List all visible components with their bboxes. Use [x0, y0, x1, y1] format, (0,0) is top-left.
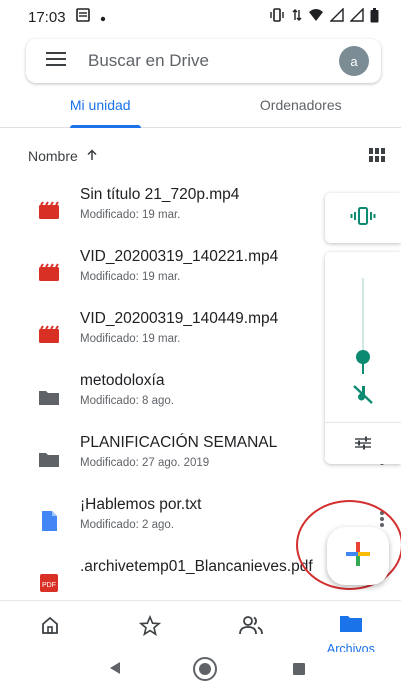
signal-icon-2 — [349, 7, 364, 26]
file-modified: Modificado: 19 mar. — [80, 333, 181, 345]
sort-label[interactable]: Nombre — [28, 148, 78, 164]
sound-settings-icon[interactable] — [354, 436, 372, 455]
star-icon — [139, 614, 162, 642]
tab-mi-unidad[interactable]: Mi unidad — [0, 88, 201, 128]
file-modified: Modificado: 2 ago. — [80, 519, 174, 531]
file-name: Sin título 21_720p.mp4 — [80, 186, 240, 203]
volume-divider — [325, 422, 401, 423]
tab-bar: Mi unidad Ordenadores — [0, 88, 401, 128]
file-name: VID_20200319_140221.mp4 — [80, 248, 279, 265]
file-modified: Modificado: 19 mar. — [80, 271, 181, 283]
file-modified: Modificado: 8 ago. — [80, 395, 174, 407]
folder-icon — [38, 448, 60, 470]
file-name: .archivetemp01_Blancanieves.pdf — [80, 558, 313, 575]
status-time: 17:03 — [28, 8, 66, 26]
file-name: PLANIFICACIÓN SEMANAL — [80, 434, 278, 451]
search-input[interactable]: Buscar en Drive — [88, 51, 209, 71]
shared-icon — [238, 615, 264, 640]
folder-icon — [339, 615, 363, 638]
plus-icon — [345, 541, 371, 572]
vibrate-icon — [268, 8, 286, 26]
file-modified: Modificado: 27 ago. 2019 — [80, 457, 210, 469]
folder-icon — [38, 386, 60, 408]
doc-file-icon — [38, 510, 60, 532]
data-transfer-icon — [292, 8, 302, 26]
sort-row: Nombre — [0, 142, 401, 170]
recents-icon[interactable] — [292, 662, 306, 681]
tab-ordenadores[interactable]: Ordenadores — [201, 88, 401, 127]
music-muted-icon[interactable] — [352, 384, 374, 409]
dot-icon — [100, 9, 106, 26]
menu-icon[interactable] — [46, 51, 66, 71]
grid-view-icon[interactable] — [369, 147, 385, 165]
svg-text:PDF: PDF — [42, 582, 56, 589]
battery-icon — [370, 7, 379, 27]
system-navigation — [0, 652, 401, 686]
search-bar[interactable]: Buscar en Drive a — [26, 39, 381, 83]
signal-icon — [329, 7, 344, 26]
volume-slider-thumb[interactable] — [356, 349, 370, 364]
back-icon[interactable] — [108, 661, 122, 680]
volume-panel — [325, 252, 401, 464]
nav-starred[interactable] — [100, 601, 200, 652]
avatar[interactable]: a — [339, 46, 369, 76]
file-modified: Modificado: 19 mar. — [80, 209, 181, 221]
ringer-mode-button[interactable] — [325, 193, 401, 243]
new-button[interactable] — [327, 527, 389, 585]
notification-icon — [75, 8, 90, 26]
file-name: ¡Hablemos por.txt — [80, 496, 202, 513]
file-name: VID_20200319_140449.mp4 — [80, 310, 279, 327]
file-name: metodoloxía — [80, 372, 165, 389]
video-file-icon — [38, 262, 60, 284]
nav-home[interactable] — [0, 601, 100, 652]
arrow-up-icon[interactable] — [86, 148, 98, 164]
bottom-navigation: Archivos — [0, 600, 401, 656]
home-icon — [40, 615, 60, 640]
nav-files[interactable]: Archivos — [301, 601, 401, 656]
nav-shared[interactable] — [201, 601, 301, 652]
home-button-icon[interactable] — [192, 656, 218, 686]
pdf-file-icon: PDF — [38, 572, 60, 594]
video-file-icon — [38, 324, 60, 346]
video-file-icon — [38, 200, 60, 222]
vibrate-icon — [350, 206, 376, 230]
wifi-icon — [308, 8, 324, 26]
status-bar: 17:03 — [0, 0, 401, 34]
